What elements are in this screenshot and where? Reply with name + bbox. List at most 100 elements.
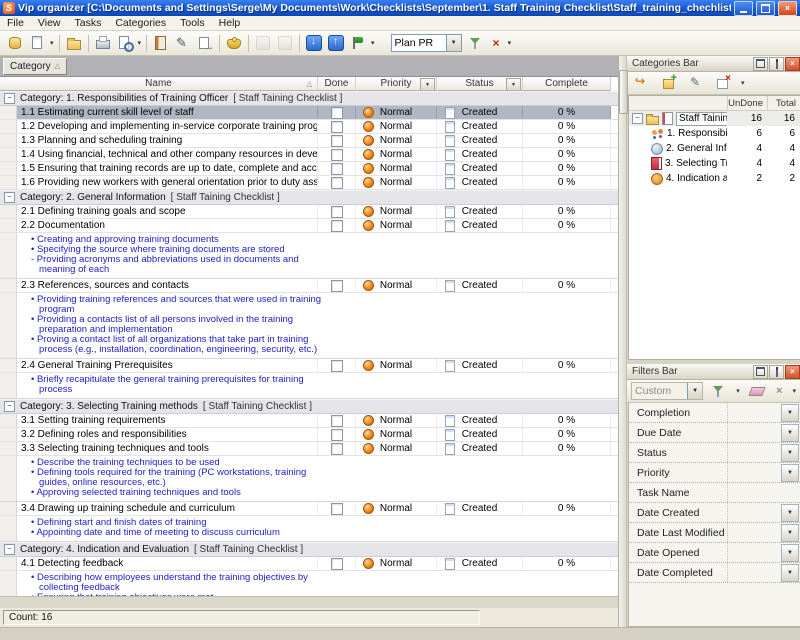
scrollbar-thumb[interactable] bbox=[619, 70, 628, 114]
done-checkbox[interactable] bbox=[331, 503, 343, 515]
filter-dropdown[interactable]: ▼ bbox=[781, 424, 799, 442]
task-row[interactable]: 1.1 Estimating current skill level of st… bbox=[0, 106, 618, 120]
filter-dropdown[interactable]: ▼ bbox=[781, 564, 799, 582]
column-header-complete[interactable]: Complete bbox=[523, 77, 611, 91]
task-row[interactable]: 2.1 Defining training goals and scopeNor… bbox=[0, 205, 618, 219]
menu-help[interactable]: Help bbox=[212, 17, 248, 29]
task-row[interactable]: 1.6 Providing new workers with general o… bbox=[0, 176, 618, 190]
clear-filter-button[interactable] bbox=[748, 381, 767, 401]
filter-dropdown[interactable]: ▼ bbox=[781, 404, 799, 422]
edit-task-button[interactable] bbox=[173, 33, 193, 53]
new-database-button[interactable] bbox=[5, 33, 25, 53]
collapse-icon[interactable]: − bbox=[632, 113, 643, 124]
filter-row-task-name[interactable]: Task Name bbox=[629, 483, 800, 503]
done-checkbox[interactable] bbox=[331, 415, 343, 427]
plan-combo-dropdown[interactable]: ▼ bbox=[446, 35, 461, 51]
send-task-button[interactable] bbox=[195, 33, 215, 53]
new-category-button[interactable] bbox=[659, 73, 679, 93]
done-checkbox[interactable] bbox=[331, 177, 343, 189]
column-header-name[interactable]: Name △ bbox=[0, 77, 318, 91]
filters-toolbar-overflow[interactable]: ▾ bbox=[790, 387, 798, 395]
panel-pin-button[interactable] bbox=[769, 57, 784, 71]
done-checkbox[interactable] bbox=[331, 121, 343, 133]
categories-toolbar-overflow[interactable]: ▾ bbox=[739, 79, 747, 87]
category-row[interactable]: −Category: 2. General Information[ Staff… bbox=[0, 190, 618, 205]
tree-category-row[interactable]: 2. General Information44 bbox=[629, 141, 800, 156]
priority-filter-dropdown[interactable]: ▼ bbox=[420, 78, 435, 91]
apply-plan-filter-button[interactable] bbox=[466, 33, 486, 53]
grid-vertical-scrollbar[interactable] bbox=[619, 56, 627, 627]
new-task-button[interactable] bbox=[27, 33, 47, 53]
menu-tools[interactable]: Tools bbox=[173, 17, 212, 29]
open-folder-button[interactable] bbox=[64, 33, 84, 53]
task-row[interactable]: 2.2 DocumentationNormalCreated0 % bbox=[0, 219, 618, 233]
sync-download-button[interactable] bbox=[304, 33, 324, 53]
status-filter-dropdown[interactable]: ▼ bbox=[506, 78, 521, 91]
done-checkbox[interactable] bbox=[331, 206, 343, 218]
clear-plan-button[interactable]: × bbox=[490, 37, 503, 49]
filter-row-date-last-modified[interactable]: Date Last Modified▼ bbox=[629, 523, 800, 543]
toolbar-overflow-dropdown[interactable]: ▾ bbox=[506, 39, 514, 47]
new-task-dropdown[interactable]: ▾ bbox=[48, 39, 56, 47]
task-row[interactable]: 3.2 Defining roles and responsibilitiesN… bbox=[0, 428, 618, 442]
sync-upload-button[interactable] bbox=[326, 33, 346, 53]
filter-row-completion[interactable]: Completion▼ bbox=[629, 403, 800, 423]
total-column-header[interactable]: Total bbox=[767, 96, 800, 110]
column-header-status[interactable]: Status ▼ bbox=[437, 77, 523, 91]
filter-preset-dropdown[interactable]: ▼ bbox=[687, 383, 702, 399]
filter-preset-combo[interactable]: Custom ▼ bbox=[631, 382, 703, 400]
done-checkbox[interactable] bbox=[331, 360, 343, 372]
filter-dropdown[interactable]: ▼ bbox=[781, 464, 799, 482]
task-row[interactable]: 3.4 Drawing up training schedule and cur… bbox=[0, 502, 618, 516]
filter-row-status[interactable]: Status▼ bbox=[629, 443, 800, 463]
notebook-view-button[interactable] bbox=[151, 33, 171, 53]
run-flag-button[interactable] bbox=[348, 33, 368, 53]
task-row[interactable]: 2.4 General Training PrerequisitesNormal… bbox=[0, 359, 618, 373]
undone-column-header[interactable]: UnDone bbox=[727, 96, 767, 110]
filter-dropdown[interactable]: ▼ bbox=[781, 524, 799, 542]
task-row[interactable]: 2.3 References, sources and contactsNorm… bbox=[0, 279, 618, 293]
category-row[interactable]: −Category: 3. Selecting Training methods… bbox=[0, 399, 618, 414]
grid-horizontal-scrollbar[interactable] bbox=[0, 596, 618, 608]
menu-view[interactable]: View bbox=[31, 17, 68, 29]
menu-categories[interactable]: Categories bbox=[108, 17, 173, 29]
app-icon[interactable]: S bbox=[3, 2, 15, 14]
menu-file[interactable]: File bbox=[0, 17, 31, 29]
task-row[interactable]: 1.5 Ensuring that training records are u… bbox=[0, 162, 618, 176]
collapse-icon[interactable]: − bbox=[4, 401, 15, 412]
panel-restore-button[interactable] bbox=[753, 57, 768, 71]
category-row[interactable]: −Category: 4. Indication and Evaluation[… bbox=[0, 542, 618, 557]
panel-pin-button[interactable] bbox=[769, 365, 784, 379]
delete-filter-button[interactable]: × bbox=[773, 386, 785, 397]
tree-category-row[interactable]: 4. Indication and Evaluation22 bbox=[629, 171, 800, 186]
done-checkbox[interactable] bbox=[331, 443, 343, 455]
task-row[interactable]: 3.3 Selecting training techniques and to… bbox=[0, 442, 618, 456]
panel-close-button[interactable]: × bbox=[785, 365, 800, 379]
task-row[interactable]: 1.3 Planning and scheduling trainingNorm… bbox=[0, 134, 618, 148]
column-header-done[interactable]: Done bbox=[318, 77, 356, 91]
edit-category-button[interactable] bbox=[686, 73, 706, 93]
move-to-category-button[interactable] bbox=[632, 73, 652, 93]
done-checkbox[interactable] bbox=[331, 107, 343, 119]
close-button[interactable]: × bbox=[778, 1, 797, 16]
filter-row-priority[interactable]: Priority▼ bbox=[629, 463, 800, 483]
collapse-icon[interactable]: − bbox=[4, 93, 15, 104]
done-checkbox[interactable] bbox=[331, 163, 343, 175]
filter-row-date-created[interactable]: Date Created▼ bbox=[629, 503, 800, 523]
filter-dropdown[interactable]: ▼ bbox=[781, 504, 799, 522]
done-checkbox[interactable] bbox=[331, 429, 343, 441]
filter-row-due-date[interactable]: Due Date▼ bbox=[629, 423, 800, 443]
plan-combo[interactable]: Plan PR ▼ bbox=[391, 34, 462, 52]
print-preview-button[interactable] bbox=[115, 33, 135, 53]
panel-close-button[interactable]: × bbox=[785, 57, 800, 71]
group-by-category-button[interactable]: Category △ bbox=[3, 58, 67, 75]
task-row[interactable]: 1.2 Developing and implementing in-servi… bbox=[0, 120, 618, 134]
task-row[interactable]: 1.4 Using financial, technical and other… bbox=[0, 148, 618, 162]
filter-dropdown[interactable]: ▼ bbox=[781, 444, 799, 462]
collapse-icon[interactable]: − bbox=[4, 544, 15, 555]
done-checkbox[interactable] bbox=[331, 149, 343, 161]
done-checkbox[interactable] bbox=[331, 558, 343, 570]
filter-row-date-completed[interactable]: Date Completed▼ bbox=[629, 563, 800, 583]
minimize-button[interactable] bbox=[734, 1, 753, 16]
maximize-button[interactable] bbox=[756, 1, 775, 16]
